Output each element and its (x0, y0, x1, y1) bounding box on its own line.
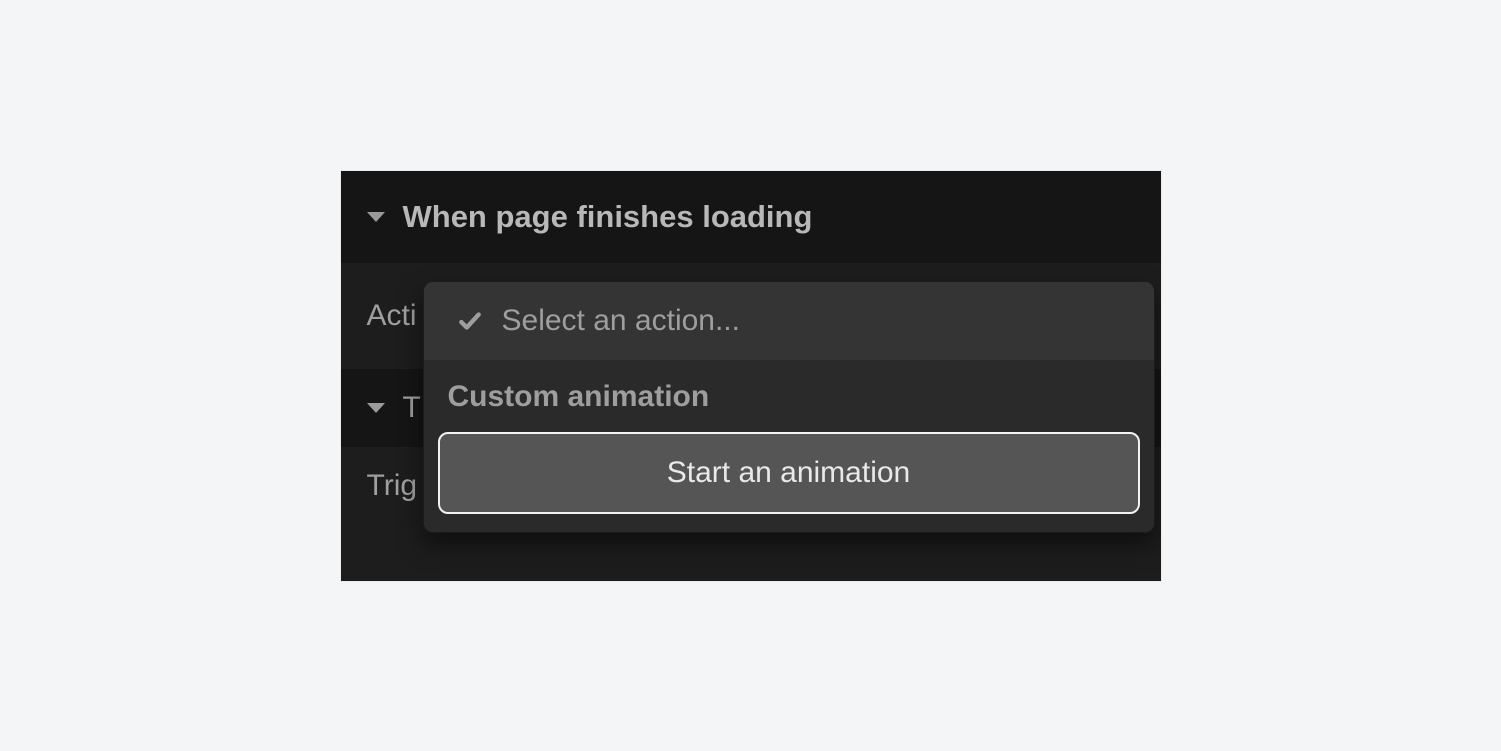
interactions-panel: When page finishes loading Acti T Trig S… (341, 171, 1161, 581)
caret-down-icon (367, 212, 385, 222)
action-dropdown: Select an action... Custom animation Sta… (423, 281, 1155, 533)
trigger-label-partial: Trig (367, 469, 418, 503)
dropdown-placeholder-label: Select an action... (502, 304, 740, 338)
check-icon (456, 307, 484, 335)
caret-down-icon (367, 403, 385, 413)
dropdown-placeholder-item[interactable]: Select an action... (424, 282, 1154, 360)
dropdown-group-label: Custom animation (424, 360, 1154, 432)
section-header-page-load[interactable]: When page finishes loading (341, 171, 1161, 263)
interactions-panel-crop: When page finishes loading Acti T Trig S… (341, 171, 1161, 581)
dropdown-option-start-animation[interactable]: Start an animation (438, 432, 1140, 514)
action-label-partial: Acti (367, 299, 417, 333)
section-title: When page finishes loading (403, 199, 813, 235)
dropdown-option-label: Start an animation (667, 456, 910, 489)
trigger-section-initial: T (403, 391, 421, 425)
